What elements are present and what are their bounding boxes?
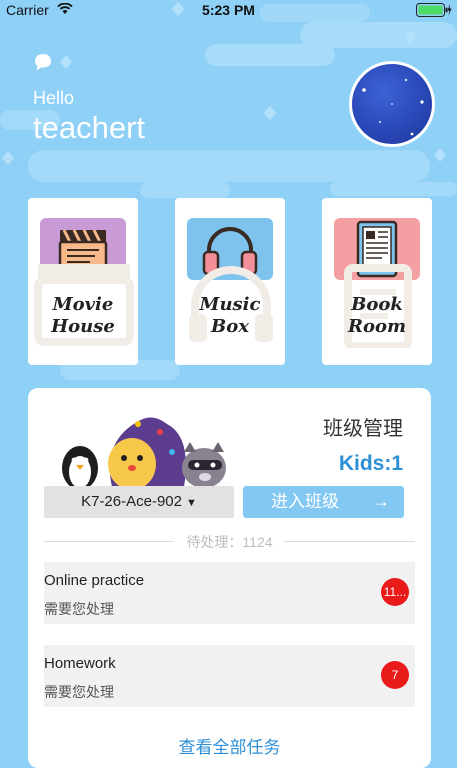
task-subtitle: 需要您处理 [44, 684, 114, 700]
movie-house-label: Movie House [51, 294, 115, 337]
chevron-down-icon: ▼ [186, 497, 197, 509]
task-count-badge: 7 [381, 661, 409, 689]
class-management-panel: 班级管理 Kids:1 K7-26-Ace-902 ▼ 进入班级 → 待处理：11… [28, 388, 431, 768]
task-row-online-practice[interactable]: Online practice 需要您处理 11... [44, 562, 415, 624]
greeting-text: Hello [33, 88, 75, 108]
username: teachert [33, 110, 146, 145]
enter-class-label: 进入班级 [271, 492, 339, 511]
task-row-homework[interactable]: Homework 需要您处理 7 [44, 645, 415, 707]
class-selector-value: K7-26-Ace-902 [81, 493, 182, 510]
kids-count: Kids:1 [338, 452, 403, 475]
task-title: Homework [44, 655, 116, 672]
class-selector[interactable]: K7-26-Ace-902 ▼ [44, 486, 234, 518]
feature-card-movie-house[interactable]: Movie House [28, 198, 138, 365]
class-management-title: 班级管理 [323, 418, 403, 440]
message-icon[interactable] [33, 52, 53, 72]
mascot-illustration [62, 417, 226, 490]
task-title: Online practice [44, 572, 145, 589]
status-bar: Carrier 5:23 PM [0, 0, 457, 22]
battery-charging-icon [416, 3, 452, 17]
pending-count-text: 待处理：1124 [180, 534, 279, 550]
task-count-badge: 11... [381, 578, 409, 606]
feature-card-music-box[interactable]: Music Box [175, 198, 285, 365]
pending-count: 待处理：1124 [28, 532, 431, 552]
task-subtitle: 需要您处理 [44, 601, 114, 617]
clock: 5:23 PM [202, 2, 255, 18]
music-box-label: Music Box [199, 294, 261, 337]
arrow-right-icon: → [372, 491, 390, 511]
avatar[interactable] [349, 61, 435, 147]
book-room-label: Book Room [347, 294, 407, 337]
avatar-stars [362, 78, 424, 136]
feature-card-book-room[interactable]: Book Room [322, 198, 432, 365]
view-all-tasks-link[interactable]: 查看全部任务 [28, 733, 431, 758]
enter-class-button[interactable]: 进入班级 → [243, 486, 404, 518]
